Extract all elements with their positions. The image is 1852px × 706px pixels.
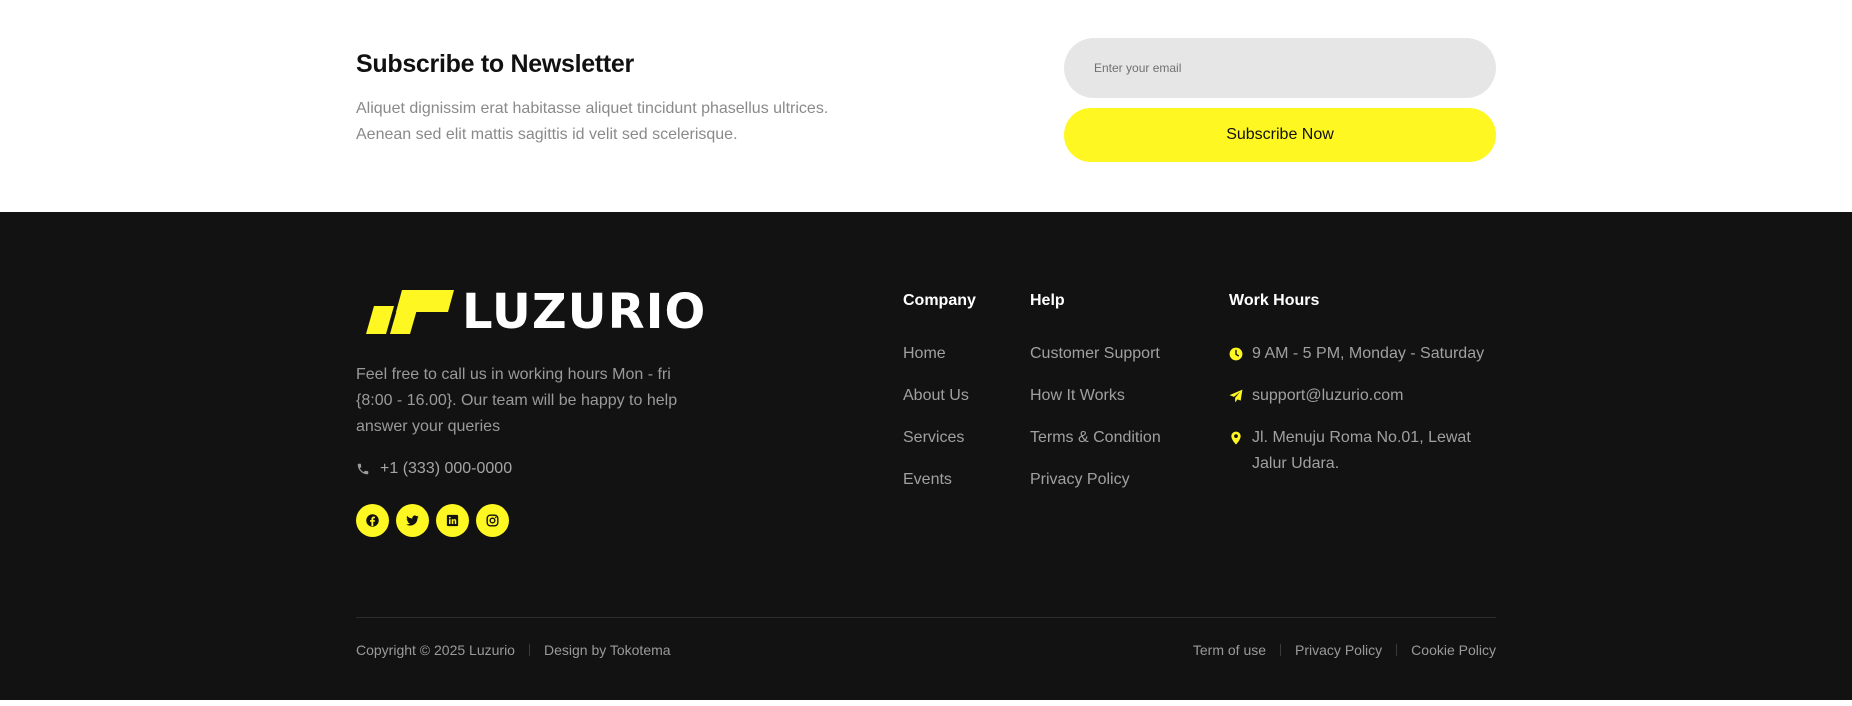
twitter-link[interactable] xyxy=(396,504,429,537)
newsletter-description-line-1: Aliquet dignissim erat habitasse aliquet… xyxy=(356,100,829,117)
instagram-icon xyxy=(486,514,499,527)
footer-link-customer-support[interactable]: Customer Support xyxy=(1030,344,1161,386)
facebook-link[interactable] xyxy=(356,504,389,537)
footer-legal-links: Term of use Privacy Policy Cookie Policy xyxy=(1193,642,1496,658)
separator xyxy=(528,644,530,656)
privacy-policy-link[interactable]: Privacy Policy xyxy=(1295,642,1382,658)
instagram-link[interactable] xyxy=(476,504,509,537)
footer-about-text: Feel free to call us in working hours Mo… xyxy=(356,366,678,435)
support-email: support@luzurio.com xyxy=(1252,387,1404,404)
work-hours-heading: Work Hours xyxy=(1229,292,1320,309)
footer-link-terms[interactable]: Terms & Condition xyxy=(1030,428,1161,470)
footer-link-home[interactable]: Home xyxy=(903,344,969,386)
phone-icon xyxy=(357,463,369,475)
address-item: Jl. Menuju Roma No.01, Lewat Jalur Udara… xyxy=(1229,425,1499,477)
logo-mark-icon xyxy=(366,290,454,334)
newsletter-description-line-2: Aenean sed elit mattis sagittis id velit… xyxy=(356,126,738,143)
copyright-text: Copyright © 2025 Luzurio xyxy=(356,642,515,658)
help-links: Customer Support How It Works Terms & Co… xyxy=(1030,344,1161,512)
footer-link-about-us[interactable]: About Us xyxy=(903,386,969,428)
help-heading: Help xyxy=(1030,292,1065,309)
footer-link-how-it-works[interactable]: How It Works xyxy=(1030,386,1161,428)
location-pin-icon xyxy=(1231,431,1241,445)
footer-link-services[interactable]: Services xyxy=(903,428,969,470)
facebook-icon xyxy=(366,514,379,527)
company-links: Home About Us Services Events xyxy=(903,344,969,512)
design-credit-link[interactable]: Design by Tokotema xyxy=(544,642,671,658)
work-hours-text: 9 AM - 5 PM, Monday - Saturday xyxy=(1252,345,1485,362)
separator xyxy=(1396,644,1398,656)
footer-link-privacy[interactable]: Privacy Policy xyxy=(1030,470,1161,512)
linkedin-link[interactable] xyxy=(436,504,469,537)
separator xyxy=(1280,644,1282,656)
footer-divider xyxy=(356,617,1496,618)
email-contact[interactable]: support@luzurio.com xyxy=(1229,383,1499,409)
email-input[interactable] xyxy=(1064,38,1496,98)
brand-name: LUZURIO xyxy=(462,284,707,340)
brand-logo[interactable]: LUZURIO xyxy=(366,284,707,340)
term-of-use-link[interactable]: Term of use xyxy=(1193,642,1266,658)
linkedin-icon xyxy=(446,514,459,527)
work-hours-item: 9 AM - 5 PM, Monday - Saturday xyxy=(1229,341,1499,367)
footer: LUZURIO Feel free to call us in working … xyxy=(0,212,1852,700)
clock-icon xyxy=(1229,347,1243,361)
phone-number: +1 (333) 000-0000 xyxy=(380,460,513,477)
newsletter-title: Subscribe to Newsletter xyxy=(356,50,634,78)
social-links xyxy=(356,504,509,537)
newsletter-section: Subscribe to Newsletter Aliquet dignissi… xyxy=(0,0,1852,212)
send-icon xyxy=(1229,389,1243,403)
newsletter-description: Aliquet dignissim erat habitasse aliquet… xyxy=(356,96,856,148)
subscribe-button[interactable]: Subscribe Now xyxy=(1064,108,1496,162)
address-text: Jl. Menuju Roma No.01, Lewat Jalur Udara… xyxy=(1252,429,1471,472)
footer-bottom-left: Copyright © 2025 Luzurio Design by Tokot… xyxy=(356,642,671,658)
footer-link-events[interactable]: Events xyxy=(903,470,969,512)
work-hours-list: 9 AM - 5 PM, Monday - Saturday support@l… xyxy=(1229,344,1499,493)
cookie-policy-link[interactable]: Cookie Policy xyxy=(1411,642,1496,658)
company-heading: Company xyxy=(903,292,976,309)
phone-contact[interactable]: +1 (333) 000-0000 xyxy=(356,460,512,478)
twitter-icon xyxy=(406,515,419,526)
